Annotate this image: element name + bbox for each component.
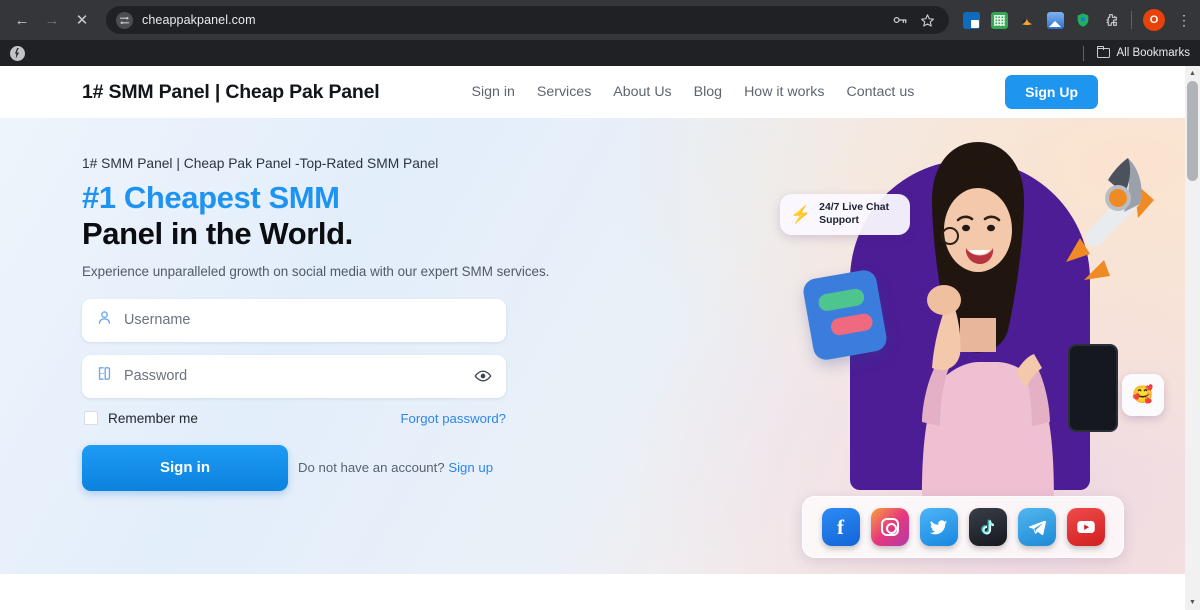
page-title: 1# SMM Panel | Cheap Pak Panel — [82, 80, 380, 103]
remember-me-checkbox[interactable] — [84, 411, 98, 426]
page-settings-icon[interactable] — [116, 11, 133, 29]
puzzle-extensions-icon[interactable] — [1103, 12, 1120, 29]
lightning-bolt-icon: ⚡ — [790, 205, 812, 225]
folder-icon — [1096, 45, 1110, 58]
live-chat-line2: Support — [819, 214, 859, 226]
password-placeholder: Password — [124, 368, 188, 385]
live-chat-text: 24/7 Live Chat Support — [819, 202, 889, 227]
forgot-password-link[interactable]: Forgot password? — [400, 411, 506, 426]
rocket-icon — [1060, 142, 1156, 292]
nav-item-sign-in[interactable]: Sign in — [472, 84, 515, 100]
card-pill-pink — [829, 312, 874, 337]
signin-row: Sign in Do not have an account? Sign up — [82, 444, 506, 491]
sign-up-button[interactable]: Sign Up — [1005, 75, 1098, 109]
bookmarks-bar: All Bookmarks — [0, 40, 1200, 66]
facebook-icon[interactable]: f — [821, 508, 860, 546]
hero-bottom-band — [0, 574, 1200, 596]
scroll-down-icon[interactable]: ▼ — [1185, 595, 1200, 610]
hero-subtitle: Experience unparalleled growth on social… — [82, 263, 550, 279]
remember-row: Remember me Forgot password? — [82, 411, 506, 426]
emoji-badge: 🥰 — [1122, 374, 1164, 416]
headline-dark: Panel in the World. — [82, 216, 353, 252]
sign-in-button[interactable]: Sign in — [82, 444, 288, 491]
kebab-menu-icon[interactable]: ⋮ — [1176, 13, 1192, 27]
hero-illustration: ⚡ 24/7 Live Chat Support 🥰 f — [780, 126, 1164, 558]
youtube-icon[interactable] — [1066, 508, 1105, 546]
login-form: Username Password Remember me Forgot pas… — [82, 298, 506, 491]
all-bookmarks-button[interactable]: All Bookmarks — [1082, 45, 1191, 61]
card-pill-green — [817, 287, 866, 313]
nav-item-about-us[interactable]: About Us — [613, 84, 671, 100]
nav-item-contact-us[interactable]: Contact us — [846, 84, 914, 100]
bookmarks-divider — [1082, 45, 1084, 61]
nav-item-blog[interactable]: Blog — [694, 84, 722, 100]
user-icon — [96, 309, 113, 331]
username-field[interactable]: Username — [82, 298, 506, 342]
browser-toolbar: ← → ✕ cheappakpanel.com O ⋮ — [0, 0, 1200, 40]
image-extension-icon[interactable] — [1047, 11, 1064, 29]
site-header: 1# SMM Panel | Cheap Pak Panel Sign in S… — [0, 66, 1200, 118]
lock-icon — [96, 365, 113, 387]
back-arrow-icon[interactable]: ← — [8, 6, 36, 34]
hero-content: 1# SMM Panel | Cheap Pak Panel -Top-Rate… — [82, 156, 552, 491]
sign-up-link[interactable]: Sign up — [448, 460, 493, 475]
social-icons-bar: f — [802, 496, 1124, 558]
url-text: cheappakpanel.com — [142, 13, 256, 27]
page-viewport: 1# SMM Panel | Cheap Pak Panel Sign in S… — [0, 66, 1200, 610]
no-account-text: Do not have an account? Sign up — [298, 460, 493, 475]
eye-icon[interactable] — [474, 367, 492, 385]
live-chat-line1: 24/7 Live Chat — [819, 202, 890, 213]
twitter-icon[interactable] — [919, 508, 958, 546]
main-navigation: Sign in Services About Us Blog How it wo… — [472, 84, 915, 100]
forward-arrow-icon[interactable]: → — [38, 6, 66, 34]
star-icon[interactable] — [920, 13, 935, 28]
blue-card-icon — [801, 268, 889, 362]
hero-headline: #1 Cheapest SMM Panel in the World. — [82, 180, 552, 253]
browser-window: ← → ✕ cheappakpanel.com O ⋮ All Bookmark… — [0, 0, 1200, 610]
site-favicon-icon[interactable] — [10, 45, 25, 61]
shield-extension-icon[interactable] — [1075, 12, 1092, 29]
address-bar[interactable]: cheappakpanel.com — [106, 6, 949, 34]
headline-accent: #1 Cheapest SMM — [82, 180, 340, 215]
sheets-extension-icon[interactable] — [991, 11, 1008, 29]
username-placeholder: Username — [124, 312, 191, 329]
smartphone-icon — [1068, 344, 1118, 432]
scroll-up-icon[interactable]: ▲ — [1185, 66, 1200, 81]
no-account-label: Do not have an account? — [298, 460, 445, 476]
scrollbar-thumb[interactable] — [1187, 81, 1198, 181]
avatar[interactable]: O — [1143, 9, 1165, 31]
extensions-strip: O ⋮ — [963, 9, 1192, 31]
honey-extension-icon[interactable] — [1019, 12, 1036, 29]
all-bookmarks-label: All Bookmarks — [1116, 47, 1191, 59]
toolbar-divider — [1131, 11, 1132, 29]
remember-me-label: Remember me — [108, 410, 198, 426]
smiling-woman-photo — [888, 136, 1068, 496]
passkey-icon[interactable] — [892, 12, 908, 28]
scrollbar[interactable]: ▲ ▼ — [1185, 66, 1200, 610]
hero-eyebrow: 1# SMM Panel | Cheap Pak Panel -Top-Rate… — [82, 156, 439, 171]
telegram-icon[interactable] — [1017, 508, 1056, 546]
nav-item-services[interactable]: Services — [537, 84, 591, 100]
password-field[interactable]: Password — [82, 354, 506, 398]
tiktok-icon[interactable] — [968, 508, 1007, 546]
live-chat-badge: ⚡ 24/7 Live Chat Support — [780, 194, 910, 236]
nav-item-how-it-works[interactable]: How it works — [744, 84, 824, 100]
navigation-buttons: ← → ✕ — [8, 6, 96, 34]
hero-section: 1# SMM Panel | Cheap Pak Panel -Top-Rate… — [0, 118, 1200, 596]
stop-loading-icon[interactable]: ✕ — [68, 6, 96, 34]
instagram-icon[interactable] — [870, 508, 909, 546]
outlook-extension-icon[interactable] — [963, 11, 980, 29]
